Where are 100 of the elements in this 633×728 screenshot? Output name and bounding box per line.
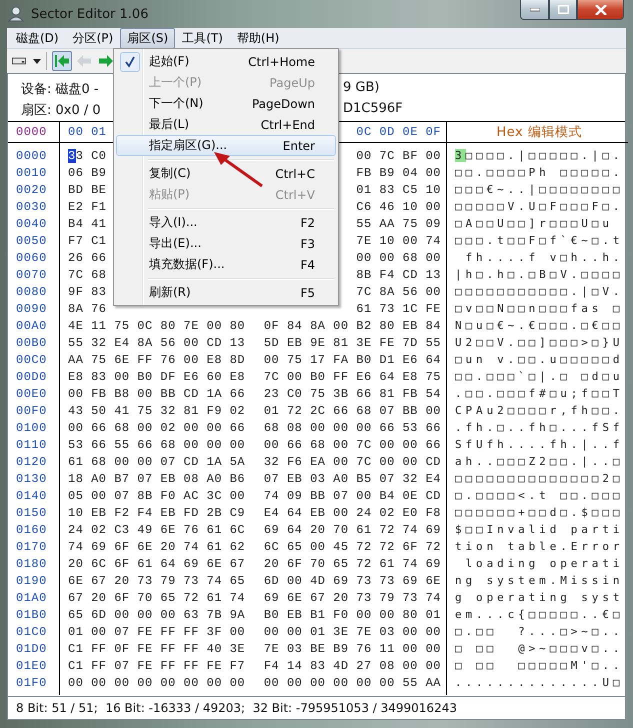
menu-item[interactable]: 工具(T) (175, 28, 230, 48)
offset-label: 0190 (16, 574, 47, 588)
offset-label: 01C0 (16, 624, 47, 638)
menu-option[interactable]: 指定扇区(G)... Enter (116, 135, 336, 156)
shortcut-label: Ctrl+End (260, 118, 315, 132)
offset-label: 0090 (16, 302, 47, 316)
minimize-button[interactable] (520, 0, 549, 20)
hex-bytes: 7C 68 (68, 268, 107, 282)
offset-label: 00A0 (16, 318, 47, 332)
ascii-text: □v□□N□□n□□□fas □ (455, 302, 624, 315)
hex-bytes: 18 A0 B7 07 EB 08 A0 B6 (68, 472, 246, 486)
offset-label: 0100 (16, 420, 47, 434)
menu-option[interactable]: 导出(E)... F3 (116, 233, 336, 254)
hex-bytes: 61 68 00 00 07 CD 1A 5A (68, 454, 246, 468)
ascii-text: □□□□□□□□□□□.|□V. (455, 285, 624, 298)
menu-option[interactable]: 最后(L) Ctrl+End (116, 114, 336, 135)
ascii-text: □A□□U□□]r□□□U□u (455, 217, 613, 230)
ascii-text: ng system.Missin (455, 574, 624, 587)
offset-label: 0030 (16, 200, 47, 214)
info-text: 9 GB) (343, 80, 380, 97)
offset-label: 00D0 (16, 370, 47, 384)
offset-label: 0020 (16, 182, 47, 196)
hex-bytes: 69 6E 67 20 73 79 73 74 (264, 590, 441, 604)
hex-bytes: 6D 00 4D 69 73 73 69 6E (264, 574, 441, 588)
menu-item[interactable]: 磁盘(D) (9, 28, 66, 48)
hex-bytes: 69 64 20 70 61 72 74 69 (264, 522, 441, 536)
offset-header: 0000 (16, 125, 47, 139)
ascii-text: □.□□ ?...□>~□.. (455, 625, 624, 638)
ascii-text: □□□.t□□F□f`€~□.t (455, 234, 624, 247)
ascii-text: 3□□□□.|□□□□□.|□. (455, 149, 624, 162)
ascii-text: N□u□€~.€□□□.□€□□ (455, 319, 624, 332)
hex-bytes: 26 66 (68, 250, 107, 264)
menu-option[interactable]: 填充数据(F)... F4 (116, 254, 336, 275)
app-icon (7, 5, 25, 23)
offset-label: 01B0 (16, 608, 47, 622)
hex-bytes: 00 FB B8 00 BB CD 1A 66 (68, 386, 246, 400)
hex-bytes: 61 73 1C FE (356, 302, 441, 316)
ascii-text: fh....f v□h..h. (464, 251, 624, 264)
window-title: Sector Editor 1.06 (31, 6, 148, 22)
hex-bytes: 01 83 C5 10 (356, 182, 441, 196)
offset-label: 0140 (16, 488, 47, 502)
close-icon (594, 4, 606, 14)
offset-label: 0040 (16, 216, 47, 230)
menu-option-label: 最后(L) (149, 116, 190, 133)
menu-option-label: 填充数据(F)... (149, 256, 226, 273)
hex-bytes: 6C 65 00 45 72 72 6F 72 (264, 540, 441, 554)
menu-option[interactable]: 复制(C) Ctrl+C (116, 163, 336, 184)
hex-bytes: 00 00 00 00 00 00 55 AA (264, 676, 441, 690)
hex-bytes: 55 32 E4 8A 56 00 CD 13 (68, 336, 246, 350)
ascii-text: tion table.Error (455, 540, 624, 553)
shortcut-label: F3 (300, 236, 315, 250)
hex-bytes: 5D EB 9E 81 3E FE 7D 55 (264, 336, 441, 350)
hex-bytes: 00 7C BF 00 (356, 148, 441, 162)
offset-label: 0110 (16, 438, 47, 452)
offset-label: 01F0 (16, 676, 47, 690)
offset-label: 0060 (16, 250, 47, 264)
hex-bytes: 05 00 07 8B F0 AC 3C 00 (68, 488, 246, 502)
ascii-text: $□□Invalid parti (455, 523, 624, 536)
ascii-text: em...c{□□□□□..€□ (455, 608, 624, 621)
menu-item[interactable]: 扇区(S) (120, 28, 176, 48)
close-button[interactable] (577, 0, 624, 20)
text-mode-header: Hex 编辑模式 (496, 124, 582, 141)
offset-label: 0070 (16, 268, 47, 282)
shortcut-label: PageDown (252, 96, 315, 110)
hex-bytes: 07 EB 03 A0 B5 07 32 E4 (264, 472, 441, 486)
ascii-text: □□□□□V.U□F□□□F□. (455, 200, 624, 213)
menu-option-label: 导出(E)... (149, 235, 202, 252)
ascii-text: □ □□ □□□□□M'□.. (455, 659, 624, 672)
hex-bytes: 24 02 C3 49 6E 76 61 6C (68, 522, 246, 536)
maximize-button[interactable] (549, 0, 577, 20)
status-text: 8 Bit: 51 / 51; 16 Bit: -16333 / 49203; 32 Bit: -795951053 / 3499016243 (16, 701, 457, 715)
offset-label: 0160 (16, 522, 47, 536)
info-text: 设备: 磁盘0 - (21, 81, 99, 98)
shortcut-label: F4 (300, 258, 315, 272)
ascii-text: .fh.□..fh□...fSf (455, 421, 624, 434)
ascii-text: .□□.□□□f#□u;f□□T (455, 387, 624, 400)
shortcut-label: Ctrl+C (275, 166, 315, 180)
offset-label: 0010 (16, 166, 47, 180)
hex-bytes: 6E 67 20 73 79 73 74 65 (68, 574, 246, 588)
menu-item[interactable]: 分区(P) (66, 28, 120, 48)
offset-label: 0000 (16, 148, 47, 162)
menu-option[interactable]: 导入(I)... F2 (116, 212, 336, 233)
ascii-text: ..............U□ (455, 676, 624, 689)
menu-option-label: 刷新(R) (149, 284, 192, 301)
ascii-text: □ □□ @>~□□□v□.. (455, 642, 624, 655)
menu-option[interactable]: 下一个(N) PageDown (116, 93, 336, 114)
dropdown-caret-icon[interactable] (33, 58, 41, 64)
hex-bytes: 7C 8A 56 00 (356, 284, 441, 298)
ascii-text: □.□□□□<.t □□.□□□ (455, 489, 624, 502)
annotation-arrow (212, 150, 264, 188)
offset-label: 01D0 (16, 642, 47, 656)
hex-bytes: 67 20 6F 70 65 72 61 74 (68, 590, 246, 604)
menu-item[interactable]: 帮助(H) (230, 28, 286, 48)
offset-label: 0170 (16, 540, 47, 554)
info-text: 扇区: 0x0 / 0 (21, 102, 101, 119)
menu-option[interactable]: 刷新(R) F5 (116, 282, 336, 303)
hex-bytes: 8B F4 CD 13 (356, 268, 441, 282)
hex-bytes: 68 08 00 00 00 66 53 66 (264, 420, 441, 434)
ascii-text: □□.□□□`□|.□ □d□u (455, 370, 624, 383)
left-arrow-icon (76, 54, 92, 68)
